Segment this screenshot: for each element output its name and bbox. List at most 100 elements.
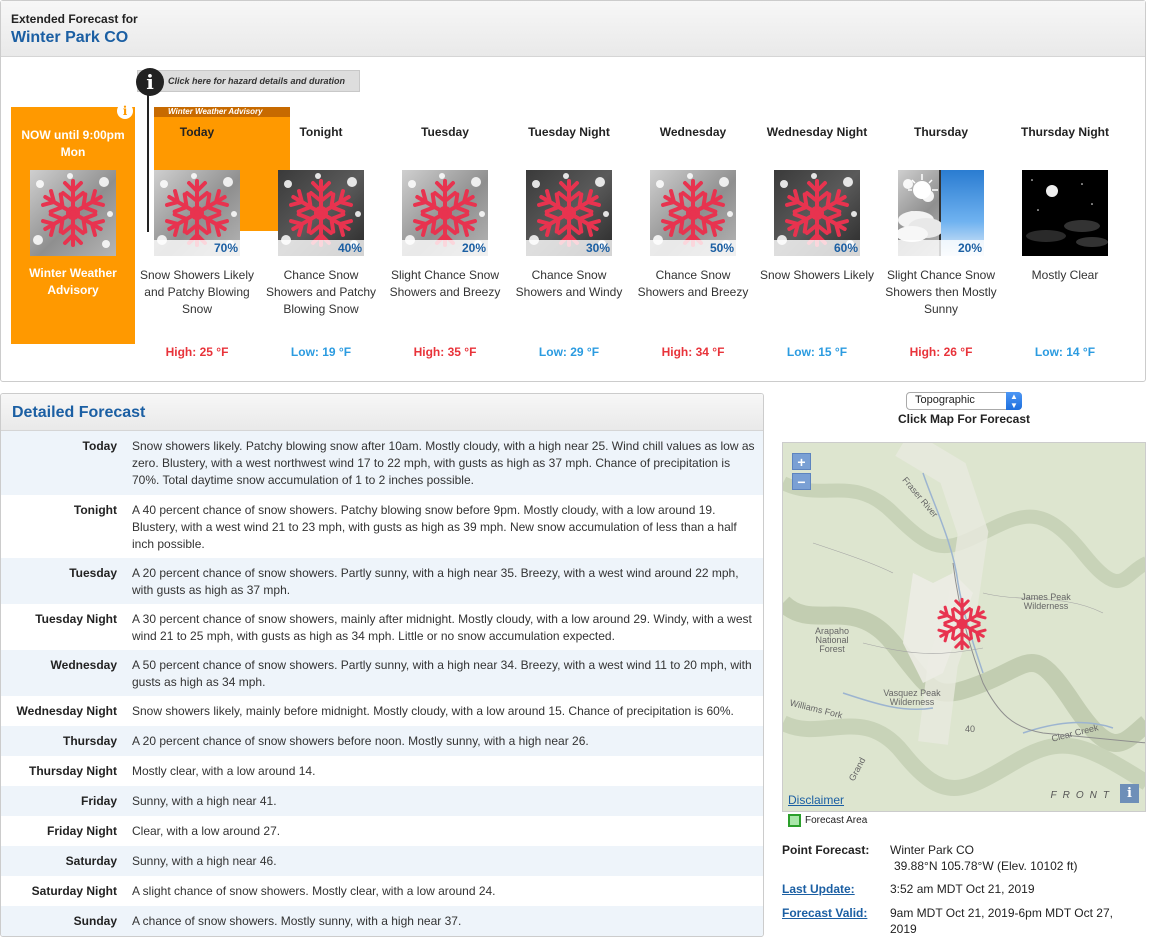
period-short-desc: Snow Showers Likely: [759, 268, 875, 282]
forecast-valid-value: 9am MDT Oct 21, 2019-6pm MDT Oct 27, 201…: [890, 906, 1113, 936]
map-disclaimer-link[interactable]: Disclaimer: [788, 793, 844, 807]
snowflake-icon: 20%: [402, 170, 488, 256]
detailed-period-label: Friday Night: [46, 824, 117, 838]
detailed-forecast-row: Sunday A chance of snow showers. Mostly s…: [1, 906, 763, 936]
period-name: Today: [179, 125, 215, 139]
period-short-desc: Slight Chance Snow Showers then Mostly S…: [885, 268, 997, 316]
period-name: Wednesday Night: [766, 125, 868, 139]
moon-icon: [1022, 170, 1108, 256]
precip-chance: 20%: [402, 240, 488, 256]
period-short-desc: Chance Snow Showers and Patchy Blowing S…: [265, 268, 377, 316]
period-short-desc: Mostly Clear: [1031, 268, 1099, 282]
detailed-forecast-row: Wednesday A 50 percent chance of snow sho…: [1, 650, 763, 696]
period-name: Wednesday: [659, 125, 727, 139]
period-name: Tuesday: [421, 125, 469, 139]
map-legend: Forecast Area: [788, 814, 867, 827]
detailed-period-text: A 20 percent chance of snow showers. Par…: [132, 566, 739, 597]
detailed-period-label: Tuesday Night: [35, 612, 117, 626]
forecast-period[interactable]: Today 70% Snow Showers Likely and Patchy B…: [135, 124, 259, 359]
detailed-period-text: Sunny, with a high near 46.: [132, 854, 277, 868]
snowflake-icon: 40%: [278, 170, 364, 256]
detailed-forecast-row: Friday Sunny, with a high near 41.: [1, 786, 763, 816]
forecast-valid-link[interactable]: Forecast Valid:: [782, 905, 867, 921]
hazard-now-label: Winter Weather Advisory: [29, 266, 117, 297]
detailed-period-label: Tonight: [73, 503, 117, 517]
forecast-period[interactable]: Tuesday Night 30% Chance Snow Showers and …: [507, 124, 631, 359]
zoom-in-button[interactable]: +: [792, 453, 811, 470]
forecast-period[interactable]: Tonight 40% Chance Snow Showers and Patchy…: [259, 124, 383, 359]
detailed-period-label: Sunday: [73, 914, 117, 928]
period-short-desc: Chance Snow Showers and Breezy: [637, 268, 749, 299]
period-temp: High: 34 °F: [661, 345, 725, 359]
detailed-period-text: Snow showers likely. Patchy blowing snow…: [132, 439, 755, 487]
period-temp: Low: 29 °F: [538, 345, 600, 359]
hazard-details-text[interactable]: Click here for hazard details and durati…: [168, 76, 345, 86]
advisory-banner-text: Winter Weather Advisory: [168, 107, 263, 116]
detailed-period-text: Snow showers likely, mainly before midni…: [132, 704, 734, 718]
map-label-front-range: FRONT: [1050, 790, 1115, 801]
map-label-james-peak: James Peak Wilderness: [1021, 592, 1071, 611]
detailed-period-label: Saturday Night: [31, 884, 117, 898]
zoom-out-button[interactable]: −: [792, 473, 811, 490]
period-temp: Low: 14 °F: [1034, 345, 1096, 359]
detailed-forecast-row: Saturday Night A slight chance of snow sh…: [1, 876, 763, 906]
period-name: Tuesday Night: [528, 125, 610, 139]
detailed-period-text: A 50 percent chance of snow showers. Par…: [132, 658, 752, 689]
period-temp: Low: 15 °F: [786, 345, 848, 359]
info-icon[interactable]: i: [117, 103, 133, 119]
period-name: Thursday Night: [1020, 125, 1109, 139]
forecast-map[interactable]: + − Fraser River James Peak Wilderness A…: [782, 442, 1146, 812]
detailed-forecast-rows: Today Snow showers likely. Patchy blowing…: [1, 431, 763, 936]
map-type-select[interactable]: Topographic ▲ ▼: [906, 392, 1022, 410]
point-forecast-label: Point Forecast:: [782, 843, 870, 857]
snowflake-icon: 30%: [526, 170, 612, 256]
period-short-desc: Snow Showers Likely and Patchy Blowing S…: [139, 268, 255, 316]
period-short-desc: Chance Snow Showers and Windy: [515, 268, 623, 299]
detailed-forecast-row: Today Snow showers likely. Patchy blowing…: [1, 431, 763, 495]
detailed-period-label: Wednesday: [50, 658, 117, 672]
last-update-link[interactable]: Last Update:: [782, 881, 855, 897]
forecast-period[interactable]: Wednesday Night 60% Snow Showers Likely Low…: [755, 124, 879, 359]
detailed-forecast-row: Wednesday Night Snow showers likely, main…: [1, 696, 763, 726]
map-label-arapaho: Arapaho National Forest: [814, 626, 850, 654]
period-temp: High: 25 °F: [165, 345, 229, 359]
precip-chance: 30%: [526, 240, 612, 256]
detailed-period-label: Saturday: [65, 854, 117, 868]
detailed-forecast-row: Thursday A 20 percent chance of snow show…: [1, 726, 763, 756]
precip-chance: 40%: [278, 240, 364, 256]
snowflake-icon: 70%: [154, 170, 240, 256]
detailed-period-label: Friday: [80, 794, 117, 808]
detailed-period-label: Wednesday Night: [16, 704, 117, 718]
detailed-forecast-row: Thursday Night Mostly clear, with a low a…: [1, 756, 763, 786]
info-icon[interactable]: i: [1120, 784, 1139, 803]
forecast-period[interactable]: Tuesday 20% Slight Chance Snow Showers and…: [383, 124, 507, 359]
forecast-period[interactable]: Thursday Night Mostly Clear Low: 14 °F: [1003, 124, 1127, 359]
forecast-area-swatch: [788, 814, 801, 827]
forecast-period[interactable]: Wednesday 50% Chance Snow Showers and Bree…: [631, 124, 755, 359]
snowflake-icon[interactable]: [929, 588, 995, 660]
map-type-value: Topographic: [915, 394, 975, 406]
snowflake-icon: 60%: [774, 170, 860, 256]
detailed-forecast-title: Detailed Forecast: [1, 394, 763, 431]
detailed-period-label: Today: [82, 439, 117, 453]
detailed-forecast-row: Tuesday A 20 percent chance of snow showe…: [1, 558, 763, 604]
forecast-period[interactable]: Thursday 20% Slight Chance Snow Showers th…: [879, 124, 1003, 359]
detailed-period-text: A 40 percent chance of snow showers. Pat…: [132, 503, 737, 551]
chevron-updown-icon[interactable]: ▲ ▼: [1006, 392, 1022, 410]
detailed-period-text: Sunny, with a high near 41.: [132, 794, 277, 808]
detailed-period-label: Tuesday: [69, 566, 117, 580]
info-icon[interactable]: i: [136, 68, 164, 96]
precip-chance: 60%: [774, 240, 860, 256]
detailed-period-text: A slight chance of snow showers. Mostly …: [132, 884, 496, 898]
detailed-period-label: Thursday Night: [28, 764, 117, 778]
period-temp: High: 26 °F: [909, 345, 973, 359]
hazard-details-link[interactable]: i Click here for hazard details and dura…: [136, 68, 360, 96]
detailed-period-text: Clear, with a low around 27.: [132, 824, 281, 838]
current-hazard-box[interactable]: i NOW until 9:00pm Mon Winter Weather Ad…: [11, 103, 135, 344]
detailed-period-label: Thursday: [62, 734, 117, 748]
extended-forecast-subtitle: Extended Forecast for: [11, 12, 138, 26]
detailed-forecast-panel: Detailed Forecast Today Snow showers like…: [0, 393, 764, 937]
snow-then-sunny-icon: 20%: [898, 170, 984, 256]
detailed-period-text: Mostly clear, with a low around 14.: [132, 764, 316, 778]
map-legend-label: Forecast Area: [805, 815, 868, 827]
